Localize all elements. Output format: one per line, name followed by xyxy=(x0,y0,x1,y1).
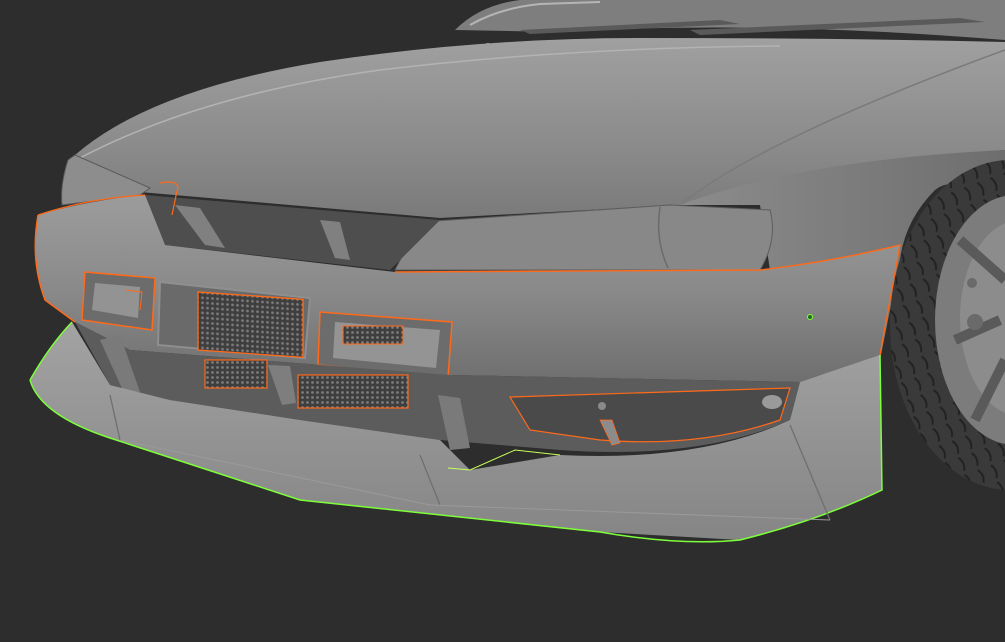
fog-light-left[interactable] xyxy=(81,271,156,331)
3d-viewport[interactable] xyxy=(0,0,1005,642)
vertex-marker[interactable] xyxy=(807,314,813,320)
scene-canvas[interactable] xyxy=(0,0,1005,642)
intercooler-lower-left[interactable] xyxy=(204,359,268,389)
intercooler-lower-right[interactable] xyxy=(297,374,409,409)
